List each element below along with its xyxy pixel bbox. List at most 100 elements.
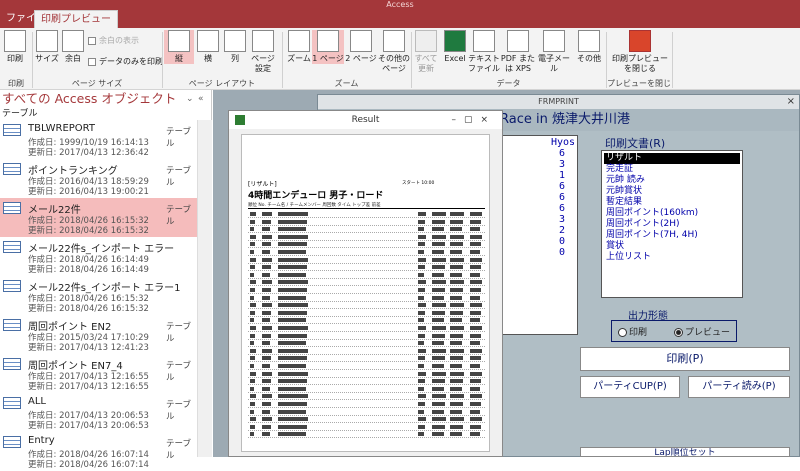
report-row: [248, 287, 485, 294]
table-icon: [3, 397, 21, 409]
nav-scrollbar[interactable]: [197, 120, 212, 457]
nav-item-table[interactable]: 周回ポイント EN2 テーブル 作成日: 2015/03/24 17:10:29 更新…: [0, 315, 197, 354]
form-close-icon[interactable]: ×: [787, 95, 795, 109]
navigation-pane: すべての Access オブジェクト ⌄ « テーブル TBLWREPORT テーブル…: [0, 90, 212, 470]
print-document-item[interactable]: 上位リスト: [604, 252, 740, 263]
nav-item-type: テーブル: [166, 205, 191, 227]
email-button[interactable]: 電子メール: [536, 30, 572, 74]
list-value[interactable]: 6: [559, 203, 565, 214]
tab-print-preview[interactable]: 印刷プレビュー: [34, 10, 118, 28]
export-text-button[interactable]: テキストファイル: [468, 30, 500, 74]
lap-order-button[interactable]: Lap順位セット: [580, 447, 790, 457]
report-row: [248, 317, 485, 325]
list-value[interactable]: 6: [559, 181, 565, 192]
export-pdf-button[interactable]: PDF または XPS: [500, 30, 536, 74]
zoom-button[interactable]: ズーム: [284, 30, 314, 64]
report-row: [248, 431, 485, 439]
list-value[interactable]: 1: [559, 170, 565, 181]
report-row: [248, 386, 485, 393]
list-value[interactable]: 6: [559, 148, 565, 159]
nav-item-table[interactable]: メール22件s_インポート エラー 作成日: 2018/04/26 16:14:4…: [0, 237, 197, 276]
print-button-form[interactable]: 印刷(P): [580, 347, 790, 371]
nav-item-table[interactable]: TBLWREPORT テーブル 作成日: 1999/10/19 16:14:13 更新…: [0, 120, 197, 159]
radio-preview[interactable]: プレビュー: [674, 325, 730, 338]
report-row: [248, 249, 485, 256]
report-title: 4時間エンデューロ 男子・ロード: [248, 191, 384, 201]
report-icon: [235, 115, 245, 125]
form-title: FRMPRINT: [318, 95, 799, 109]
nav-item-table[interactable]: Entry テーブル 作成日: 2018/04/26 16:07:14 更新日: 20…: [0, 432, 197, 471]
report-row: [248, 264, 485, 272]
collapse-icon[interactable]: «: [198, 90, 204, 108]
nav-item-table[interactable]: ALL テーブル 作成日: 2017/04/13 20:06:53 更新日: 2017…: [0, 393, 197, 432]
nav-item-table[interactable]: メール22件 テーブル 作成日: 2018/04/26 16:15:32 更新日: 2…: [0, 198, 197, 237]
portrait-button[interactable]: 縦: [164, 30, 194, 64]
group-label-page-size: ページ サイズ: [71, 79, 123, 88]
race-title: Race in 焼津大井川港: [500, 112, 630, 127]
nav-item-type: テーブル: [166, 166, 191, 188]
list-header: Hyos: [551, 137, 576, 148]
output-mode-group: 印刷 プレビュー: [611, 320, 737, 342]
report-row: [248, 340, 485, 348]
report-row: [248, 272, 485, 279]
radio-print[interactable]: 印刷: [618, 325, 647, 338]
list-value[interactable]: 6: [559, 192, 565, 203]
list-value[interactable]: 0: [559, 236, 565, 247]
print-document-item[interactable]: 完走証: [604, 164, 740, 175]
print-button[interactable]: 印刷: [0, 30, 30, 64]
nav-pane-header[interactable]: すべての Access オブジェクト ⌄ «: [0, 90, 212, 108]
list-value[interactable]: 3: [559, 214, 565, 225]
nav-item-table[interactable]: メール22件s_インポート エラー1 作成日: 2018/04/26 16:15:…: [0, 276, 197, 315]
radio-preview-dot[interactable]: [674, 328, 683, 337]
export-excel-button[interactable]: Excel: [440, 30, 470, 64]
text-file-icon: [473, 30, 495, 52]
print-document-item[interactable]: 賞状: [604, 241, 740, 252]
columns-button[interactable]: 列: [220, 30, 250, 64]
list-value[interactable]: 2: [559, 225, 565, 236]
report-row: [248, 333, 485, 340]
report-page[interactable]: [リザルト] 4時間エンデューロ 男子・ロード スタート 10:00 順位 No…: [241, 134, 490, 452]
party-cup-button[interactable]: パーティCUP(P): [580, 376, 680, 398]
report-row: [248, 325, 485, 332]
report-row: [248, 355, 485, 363]
report-header: [リザルト]: [248, 181, 277, 188]
nav-item-name: TBLWREPORT: [28, 123, 96, 134]
show-margins-checkbox[interactable]: 余白の表示: [88, 36, 139, 46]
report-row: [248, 234, 485, 241]
page-setup-button[interactable]: ページ設定: [248, 30, 278, 74]
print-document-item[interactable]: 元帥賞状: [604, 186, 740, 197]
mail-icon: [543, 30, 565, 52]
print-document-item[interactable]: 周回ポイント(2H): [604, 219, 740, 230]
nav-item-table[interactable]: ポイントランキング テーブル 作成日: 2016/04/13 18:59:29 更新日…: [0, 159, 197, 198]
print-document-label: 印刷文書(R): [605, 137, 666, 150]
margin-button[interactable]: 余白: [58, 30, 88, 64]
print-document-listbox[interactable]: リザルト 完走証 元帥 読み 元帥賞状 暫定結果 周回ポイント(160km) 周回ポイント(…: [601, 150, 743, 298]
landscape-button[interactable]: 横: [193, 30, 223, 64]
window-controls[interactable]: –▢×: [451, 111, 496, 129]
table-icon: [3, 163, 21, 175]
table-icon: [3, 124, 21, 136]
print-document-item[interactable]: 周回ポイント(7H, 4H): [604, 230, 740, 241]
print-document-item[interactable]: 元帥 読み: [604, 175, 740, 186]
more-export-button[interactable]: その他: [574, 30, 604, 64]
list-value[interactable]: 3: [559, 159, 565, 170]
nav-item-updated: 更新日: 2018/04/26 16:14:49: [28, 265, 149, 275]
two-page-icon: [350, 30, 372, 52]
radio-print-dot[interactable]: [618, 328, 627, 337]
print-document-item[interactable]: リザルト: [604, 153, 740, 164]
party-read-button[interactable]: パーティ読み(P): [688, 376, 790, 398]
one-page-button[interactable]: 1 ページ: [312, 30, 344, 64]
nav-section-tables[interactable]: テーブル: [0, 108, 212, 120]
nav-item-table[interactable]: 周回ポイント EN7_4 テーブル 作成日: 2017/04/13 12:16:55…: [0, 354, 197, 393]
table-icon: [3, 436, 21, 448]
close-preview-button[interactable]: 印刷プレビューを閉じる: [612, 30, 668, 74]
print-document-item[interactable]: 暫定結果: [604, 197, 740, 208]
other-pages-button[interactable]: その他のページ: [377, 30, 411, 74]
list-value[interactable]: 0: [559, 247, 565, 258]
print-data-only-checkbox[interactable]: データのみを印刷: [88, 57, 163, 67]
print-document-item[interactable]: 周回ポイント(160km): [604, 208, 740, 219]
two-page-button[interactable]: 2 ページ: [345, 30, 377, 64]
nav-item-updated: 更新日: 2018/04/26 16:15:32: [28, 226, 149, 236]
app-title: Access: [386, 0, 414, 9]
chevron-down-icon[interactable]: ⌄: [186, 90, 194, 108]
